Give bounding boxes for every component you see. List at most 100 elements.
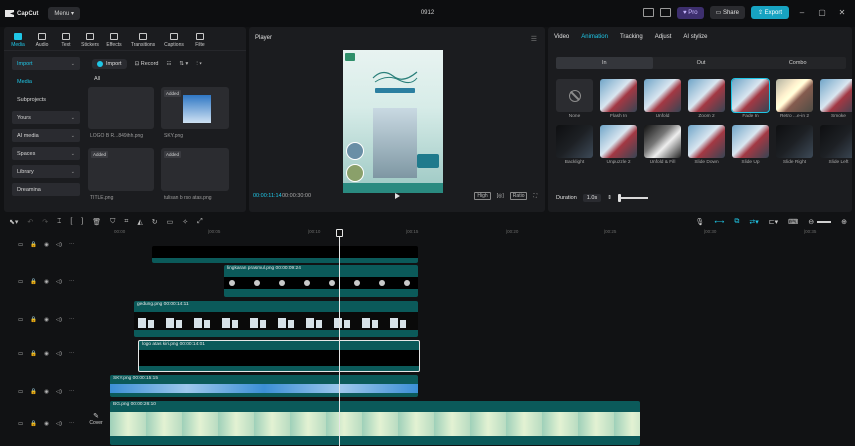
more-icon[interactable]: ⋯	[69, 317, 75, 323]
sidebar-item-library[interactable]: Library ⌄	[12, 165, 80, 178]
tab-filters[interactable]: Filte	[190, 33, 210, 50]
timeline-ruler[interactable]: 00:00 |00:05 |00:10 |00:15 |00:20 |00:25…	[110, 229, 855, 241]
sidebar-item-subprojects[interactable]: Subprojects	[12, 93, 80, 106]
sidebar-item-ai-media[interactable]: AI media ⌄	[12, 129, 80, 142]
preview-canvas[interactable]	[343, 50, 443, 193]
link-main-track-icon[interactable]: ⟷	[714, 218, 724, 226]
animation-option[interactable]: Slide Up	[732, 125, 769, 165]
track-icon[interactable]: ▭	[18, 389, 23, 395]
track-icon[interactable]: ▭	[18, 279, 23, 285]
quality-button[interactable]: High	[474, 192, 491, 200]
animation-option[interactable]: Zoom 2	[688, 79, 725, 119]
maximize-icon[interactable]: ▢	[815, 8, 829, 17]
animation-option[interactable]: Slide Right	[776, 125, 813, 165]
media-thumbnail[interactable]: Added	[88, 148, 154, 191]
shield-icon[interactable]: ⛉	[110, 218, 115, 226]
shortcuts-icon[interactable]	[660, 8, 672, 17]
timeline-clip[interactable]: lingkaran prasmul.png 00:00:09:24	[224, 265, 418, 297]
select-tool-icon[interactable]: ⬉▾	[9, 218, 18, 226]
slider-handle[interactable]	[617, 194, 621, 202]
visibility-icon[interactable]: ◉	[44, 317, 49, 323]
focus-icon[interactable]: [◎]	[497, 193, 504, 199]
visibility-icon[interactable]: ◉	[44, 351, 49, 357]
more-icon[interactable]: ⋯	[69, 242, 75, 248]
playhead[interactable]	[339, 229, 340, 446]
visibility-icon[interactable]: ◉	[44, 421, 49, 427]
animation-option-none[interactable]: None	[556, 79, 593, 119]
layout-icon[interactable]	[643, 8, 655, 17]
menu-button[interactable]: Menu ▾	[48, 7, 81, 20]
animation-option[interactable]: Slide Left	[820, 125, 852, 165]
zoom-control[interactable]: ⊖	[808, 218, 832, 226]
timeline-clip[interactable]: gedung.png 00:00:14:11	[134, 301, 418, 337]
lock-icon[interactable]: 🔒	[30, 279, 37, 285]
timeline-clip-main[interactable]: BG.png 00:00:26:10	[110, 401, 640, 445]
sidebar-item-media[interactable]: Media	[12, 75, 80, 88]
duration-input[interactable]: 1.0s	[582, 194, 602, 202]
duration-slider[interactable]	[617, 194, 648, 202]
tab-captions[interactable]: Captions	[162, 33, 186, 50]
animation-option[interactable]: Unfold & Fill	[644, 125, 681, 165]
link-clips-icon[interactable]: ⇄▾	[749, 218, 758, 226]
zoom-slider[interactable]	[817, 220, 832, 223]
animation-option[interactable]: Flash In	[600, 79, 637, 119]
lock-icon[interactable]: 🔒	[30, 317, 37, 323]
visibility-icon[interactable]: ◉	[44, 242, 49, 248]
tab-media[interactable]: Media	[8, 33, 28, 50]
animation-option[interactable]: Unfold	[644, 79, 681, 119]
cover-button[interactable]: ✎ Cover	[86, 412, 106, 432]
lock-icon[interactable]: 🔒	[30, 421, 37, 427]
magnet-icon[interactable]: ⧉	[734, 218, 739, 226]
visibility-icon[interactable]: ◉	[44, 389, 49, 395]
tab-transitions[interactable]: Transitions	[128, 33, 158, 50]
delete-icon[interactable]: 🗑	[92, 218, 101, 226]
animation-option[interactable]: Backlight	[556, 125, 593, 165]
duration-stepper-icon[interactable]: ⇕	[607, 195, 612, 201]
track-icon[interactable]: ▭	[18, 351, 23, 357]
animation-option[interactable]: Smoke	[820, 79, 852, 119]
more-icon[interactable]: ⋯	[69, 421, 75, 427]
animation-option[interactable]: Retro ...e-in 2	[776, 79, 813, 119]
filter-icon[interactable]: ⫶ ▾	[196, 61, 202, 68]
record-button[interactable]: ⊡ Record	[135, 61, 159, 67]
animation-option[interactable]: Slide Down	[688, 125, 725, 165]
segment-combo[interactable]: Combo	[749, 57, 846, 69]
media-thumbnail[interactable]: Added	[161, 87, 229, 129]
media-thumbnail[interactable]: Added	[161, 148, 229, 191]
close-icon[interactable]: ✕	[835, 8, 849, 17]
tab-text[interactable]: Text	[56, 33, 76, 50]
pro-button[interactable]: ♥ Pro	[677, 6, 704, 19]
tab-animation[interactable]: Animation	[581, 34, 608, 40]
freeze-frame-icon[interactable]: ▭	[167, 218, 174, 226]
export-button[interactable]: ⇪ Export	[750, 6, 789, 19]
player-menu-icon[interactable]: ☰	[531, 35, 537, 43]
magic-icon[interactable]: ✧	[182, 218, 188, 226]
split-left-icon[interactable]: [	[70, 218, 72, 225]
sidebar-item-yours[interactable]: Yours ⌄	[12, 111, 80, 124]
audio-icon[interactable]: ◁)	[56, 317, 62, 323]
tab-tracking[interactable]: Tracking	[620, 34, 643, 40]
audio-icon[interactable]: ◁)	[56, 242, 62, 248]
auto-reframe-icon[interactable]: ⤢	[197, 218, 203, 226]
microphone-icon[interactable]: 🎙	[695, 218, 704, 226]
lock-icon[interactable]: 🔒	[30, 351, 37, 357]
redo-icon[interactable]: ↷	[42, 218, 48, 226]
ratio-button[interactable]: Ratio	[509, 192, 528, 200]
visibility-icon[interactable]: ◉	[44, 279, 49, 285]
playhead-handle[interactable]	[336, 229, 343, 237]
mirror-icon[interactable]: ◭	[137, 218, 142, 226]
timeline-clip-selected[interactable]: logo atas kiri.png 00:00:14:01	[138, 340, 420, 372]
animation-option[interactable]: Unpuzzle 2	[600, 125, 637, 165]
track-icon[interactable]: ▭	[18, 421, 23, 427]
crop-icon[interactable]: ⌗	[124, 218, 128, 226]
caption-icon[interactable]: ⌨	[788, 218, 798, 226]
split-right-icon[interactable]: ]	[81, 218, 83, 225]
tab-adjust[interactable]: Adjust	[655, 34, 672, 40]
tab-ai-stylize[interactable]: AI stylize	[683, 34, 707, 40]
audio-icon[interactable]: ◁)	[56, 389, 62, 395]
tab-video[interactable]: Video	[554, 34, 569, 40]
undo-icon[interactable]: ↶	[27, 218, 33, 226]
media-thumbnail[interactable]	[88, 87, 154, 129]
share-button[interactable]: ▭ Share	[709, 6, 745, 19]
tab-audio[interactable]: Audio	[32, 33, 52, 50]
